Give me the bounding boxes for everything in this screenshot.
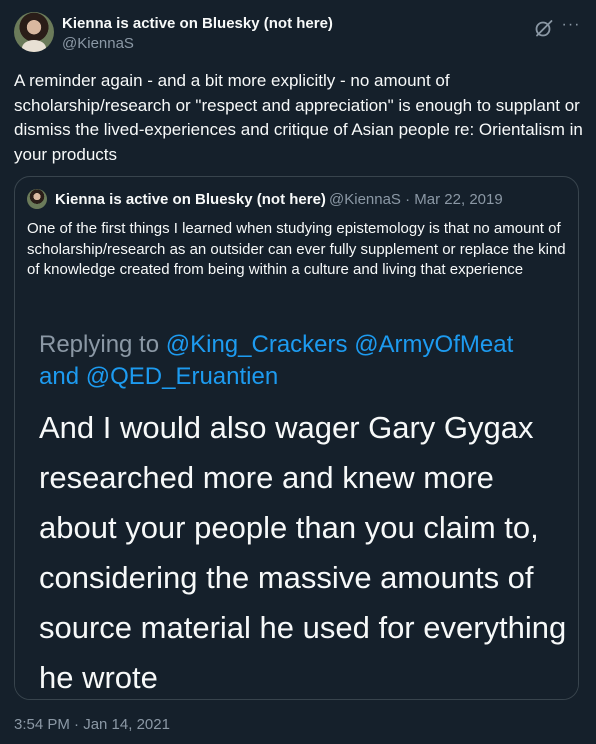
quote-meta: @KiennaS · Mar 22, 2019 <box>329 191 503 208</box>
mention: @King_Crackers <box>165 331 348 358</box>
mention: @ArmyOfMeat <box>354 331 514 358</box>
more-icon[interactable]: ··· <box>559 16 583 40</box>
mention-and: and <box>39 363 80 390</box>
tweet-text: A reminder again - and a bit more explic… <box>14 71 583 164</box>
image-body-text: And I would also wager Gary Gygax resear… <box>39 410 567 695</box>
image-replying-to: Replying to @King_Crackers @ArmyOfMeat a… <box>39 329 559 393</box>
quote-author-name: Kienna is active on Bluesky (not here) <box>55 191 326 208</box>
replying-label: Replying to <box>39 331 160 358</box>
tweet-header: Kienna is active on Bluesky (not here) @… <box>14 12 580 56</box>
mention: @QED_Eruantien <box>85 363 279 390</box>
quote-separator: · <box>405 191 411 208</box>
quote-date: Mar 22, 2019 <box>414 191 503 208</box>
timestamp[interactable]: 3:54 PM · Jan 14, 2021 <box>14 716 170 733</box>
author-name[interactable]: Kienna is active on Bluesky (not here) <box>62 15 333 32</box>
quote-image[interactable]: Replying to @King_Crackers @ArmyOfMeat a… <box>15 295 578 699</box>
avatar[interactable] <box>14 12 54 52</box>
quote-text: One of the first things I learned when s… <box>27 220 566 278</box>
grok-icon[interactable] <box>534 18 554 38</box>
tweet: Kienna is active on Bluesky (not here) @… <box>0 0 596 744</box>
author-handle[interactable]: @KiennaS <box>62 35 134 52</box>
quote-author-handle: @KiennaS <box>329 191 401 208</box>
quoted-tweet[interactable]: Kienna is active on Bluesky (not here) @… <box>14 176 579 700</box>
quote-avatar <box>27 189 47 209</box>
